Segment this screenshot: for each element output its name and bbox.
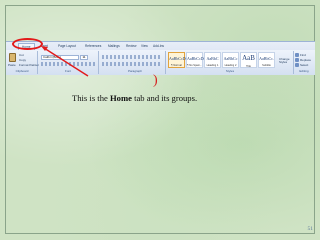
groups-brace-icon: ) [153, 73, 158, 88]
page-number: 51 [307, 226, 314, 232]
caption-suffix: tab and its groups. [131, 93, 198, 103]
annotation-arrow [41, 46, 89, 77]
caption-prefix: This is the [72, 93, 110, 103]
caption-bold: Home [109, 93, 132, 103]
arrow-line [43, 47, 89, 77]
slide-caption: This is the Home tab and its groups. [72, 93, 197, 103]
